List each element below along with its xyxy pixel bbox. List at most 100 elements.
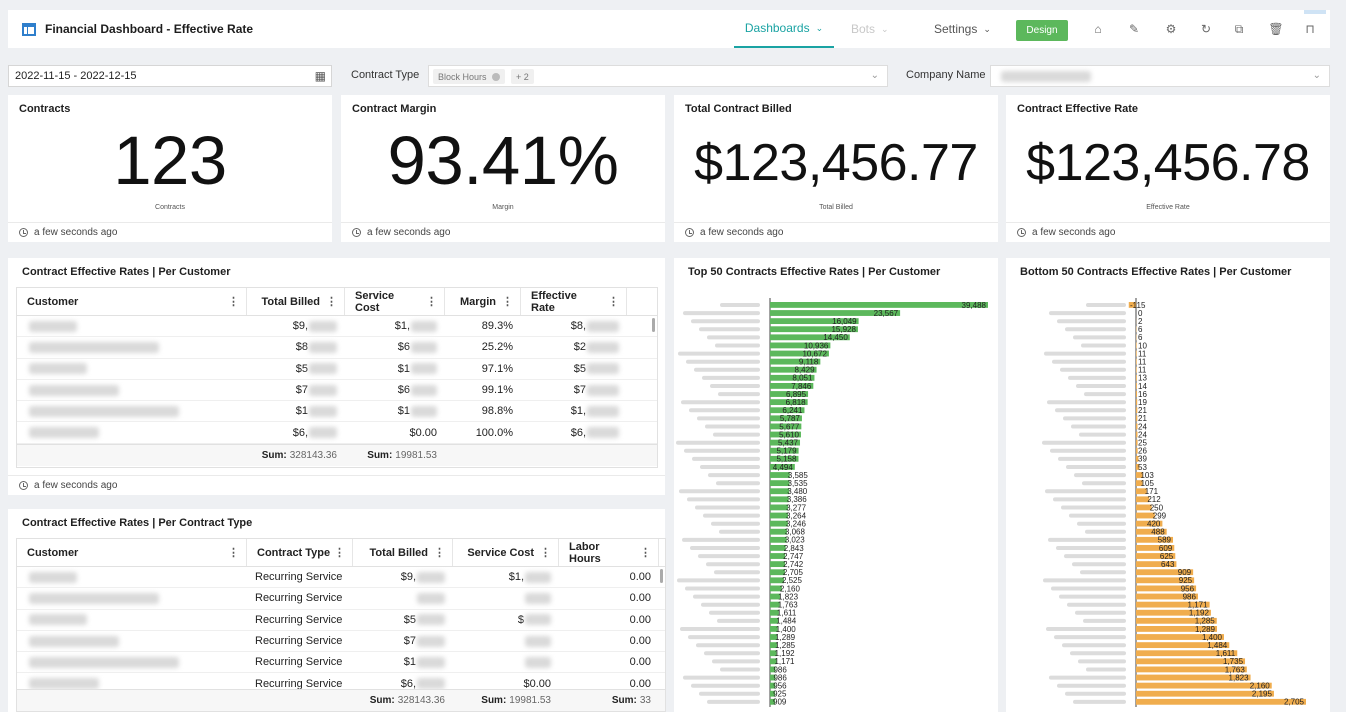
column-menu-icon[interactable]: ⋮ <box>434 546 445 559</box>
kpi-updated: a few seconds ago <box>341 222 665 242</box>
table-row[interactable]: Recurring Service $1 0.00 <box>17 652 665 674</box>
col-contract-type[interactable]: Contract Type ⋮ <box>247 539 353 566</box>
column-menu-icon[interactable]: ⋮ <box>502 295 513 308</box>
nav-dashboards[interactable]: Dashboards ⌄ <box>734 10 834 48</box>
panel-updated-text: a few seconds ago <box>34 480 118 491</box>
customer-name-redacted <box>29 592 159 604</box>
effective-rate-cell-visible: $8, <box>570 320 586 333</box>
redacted-value <box>525 656 551 668</box>
column-menu-icon[interactable]: ⋮ <box>608 295 619 308</box>
bar[interactable] <box>1136 342 1137 349</box>
bar[interactable] <box>1136 698 1306 705</box>
service-cost-cell: $1 <box>345 401 445 421</box>
nav-bots-label: Bots <box>851 22 876 36</box>
bar[interactable] <box>1136 399 1138 406</box>
table-row[interactable]: Recurring Service 0.00 <box>17 588 665 610</box>
bar[interactable] <box>1136 366 1137 373</box>
category-label-redacted <box>720 303 760 307</box>
service-cost-cell: $6 <box>345 380 445 400</box>
remove-chip-icon[interactable] <box>491 72 500 81</box>
contract-type-chip[interactable]: Block Hours <box>433 69 505 84</box>
col-effective-rate[interactable]: Effective Rate ⋮ <box>521 288 627 315</box>
company-name-select[interactable]: ⌄ <box>990 65 1330 87</box>
edit-icon[interactable]: ✎ <box>1126 21 1142 37</box>
customer-cell <box>17 588 247 608</box>
table-row[interactable]: $9, $1, 89.3% $8, <box>17 316 657 338</box>
margin-cell: 99.1% <box>481 384 513 397</box>
customer-cell <box>17 359 247 379</box>
copy-icon[interactable]: ⧉ <box>1231 21 1247 37</box>
column-menu-icon[interactable]: ⋮ <box>334 546 345 559</box>
table-row[interactable]: $6, $0.00 100.0% $6, <box>17 422 657 444</box>
category-label-redacted <box>683 311 760 316</box>
col-labor-hours[interactable]: Labor Hours ⋮ <box>559 539 659 566</box>
refresh-icon[interactable]: ↻ <box>1198 21 1214 37</box>
kpi-updated-text: a few seconds ago <box>1032 227 1116 238</box>
kpi-updated-text: a few seconds ago <box>367 227 451 238</box>
contract-type-select[interactable]: Block Hours + 2 ⌄ <box>428 65 888 87</box>
redacted-value <box>417 656 445 668</box>
contract-type-more-chip[interactable]: + 2 <box>511 69 534 84</box>
column-menu-icon[interactable]: ⋮ <box>228 295 239 308</box>
gear-icon[interactable]: ⚙ <box>1163 21 1179 37</box>
redacted-value <box>309 341 337 353</box>
bar[interactable] <box>1136 358 1137 365</box>
sum-label: Sum: <box>261 449 287 461</box>
table-row[interactable]: $5 $1 97.1% $5 <box>17 359 657 380</box>
category-label-redacted <box>1076 384 1126 388</box>
nav-settings[interactable]: Settings ⌄ <box>934 10 991 48</box>
nav-bots[interactable]: Bots ⌄ <box>851 10 889 48</box>
col-service-cost[interactable]: Service Cost ⋮ <box>453 539 559 566</box>
customer-name-redacted <box>29 614 87 626</box>
bar[interactable] <box>770 302 988 308</box>
add-dashboard-icon[interactable]: ⌂ <box>1090 21 1106 37</box>
kpi-updated-text: a few seconds ago <box>700 227 784 238</box>
redacted-value <box>417 614 445 626</box>
category-label-redacted <box>679 489 760 494</box>
effective-rate-cell-visible: $5 <box>573 362 586 375</box>
per-customer-panel: Contract Effective Rates | Per Customer … <box>8 258 665 495</box>
table-row[interactable]: $1 $1 98.8% $1, <box>17 401 657 423</box>
category-label-redacted <box>684 448 760 453</box>
column-menu-icon[interactable]: ⋮ <box>326 295 337 308</box>
column-menu-icon[interactable]: ⋮ <box>228 546 239 559</box>
col-service-cost[interactable]: Service Cost ⋮ <box>345 288 445 315</box>
col-total-billed[interactable]: Total Billed ⋮ <box>353 539 453 566</box>
per-customer-table[interactable]: Customer ⋮ Total Billed ⋮ Service Cost ⋮ Ma… <box>16 287 658 468</box>
col-total-billed[interactable]: Total Billed ⋮ <box>247 288 345 315</box>
category-label-redacted <box>1057 319 1126 324</box>
table-row[interactable]: Recurring Service $5 $0.00 <box>17 610 665 631</box>
design-button[interactable]: Design <box>1016 20 1068 41</box>
column-menu-icon[interactable]: ⋮ <box>540 546 551 559</box>
kpi-value: 123 <box>113 122 227 199</box>
category-label-redacted <box>699 327 760 332</box>
table-row[interactable]: Recurring Service $9, $1, 0.00 <box>17 567 665 589</box>
chevron-down-icon: ⌄ <box>1312 70 1321 81</box>
bar[interactable] <box>1136 374 1137 381</box>
table-row[interactable]: $7 $6 99.1% $7 <box>17 380 657 402</box>
total-billed-cell-visible: $9, <box>400 571 416 584</box>
column-menu-icon[interactable]: ⋮ <box>426 295 437 308</box>
bar[interactable] <box>1136 350 1137 357</box>
pin-icon[interactable]: ⊓ <box>1302 21 1318 37</box>
bar[interactable] <box>1136 391 1138 397</box>
col-label: Effective Rate <box>531 289 577 314</box>
col-customer[interactable]: Customer ⋮ <box>17 288 247 315</box>
category-label-redacted <box>687 497 760 502</box>
per-contract-type-table[interactable]: Customer ⋮ Contract Type ⋮ Total Billed ⋮ S… <box>16 538 666 712</box>
trash-icon[interactable]: 🗑 <box>1268 21 1284 37</box>
table-scrollbar[interactable] <box>660 569 663 583</box>
bar[interactable] <box>1136 383 1137 389</box>
col-customer[interactable]: Customer ⋮ <box>17 539 247 566</box>
category-label-redacted <box>1056 546 1126 550</box>
col-margin[interactable]: Margin ⋮ <box>445 288 521 315</box>
margin-cell: 25.2% <box>481 341 513 354</box>
calendar-icon[interactable]: ▦ <box>315 69 326 83</box>
table-row[interactable]: $8 $6 25.2% $2 <box>17 337 657 359</box>
category-label-redacted <box>711 521 760 526</box>
table-scrollbar[interactable] <box>652 318 655 332</box>
column-menu-icon[interactable]: ⋮ <box>640 546 651 559</box>
date-range-input[interactable]: 2022-11-15 - 2022-12-15 ▦ <box>8 65 332 87</box>
company-name-label: Company Name <box>906 69 986 81</box>
table-row[interactable]: Recurring Service $7 0.00 <box>17 631 665 653</box>
